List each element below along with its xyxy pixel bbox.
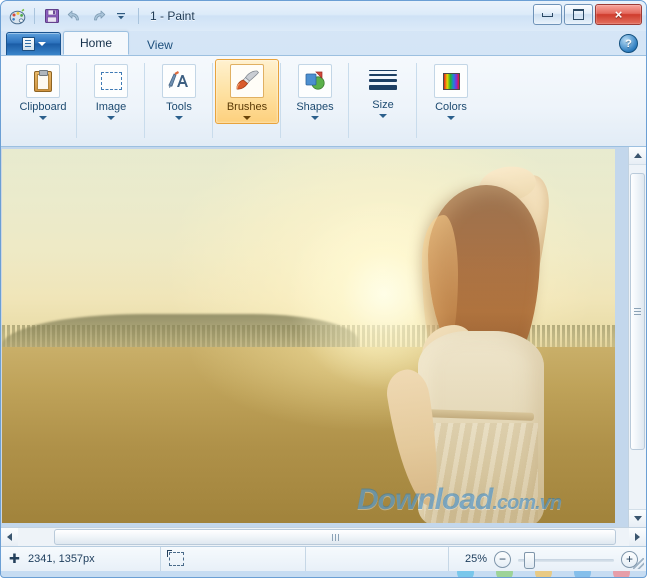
vertical-scrollbar[interactable] <box>628 147 646 527</box>
zoom-out-button[interactable]: − <box>494 551 511 568</box>
scroll-left-button[interactable] <box>1 528 18 546</box>
status-selection-size <box>161 547 306 571</box>
shapes-chevron-down-icon[interactable] <box>311 116 319 120</box>
brushes-button[interactable]: Brushes <box>215 59 279 124</box>
image-label: Image <box>96 101 127 113</box>
zoom-level-label: 25% <box>459 553 487 565</box>
warm-haze-overlay <box>2 149 615 523</box>
horizontal-scrollbar[interactable] <box>1 527 646 546</box>
ribbon-group-clipboard: Clipboard <box>9 59 77 146</box>
scroll-right-arrow-icon <box>635 533 640 541</box>
redo-icon[interactable] <box>88 6 108 26</box>
colors-label: Colors <box>435 101 467 113</box>
minimize-button[interactable] <box>533 4 562 25</box>
brushes-chevron-down-icon[interactable] <box>243 116 251 120</box>
scroll-down-button[interactable] <box>629 509 646 527</box>
canvas-viewport[interactable] <box>1 147 628 527</box>
scroll-right-button[interactable] <box>629 528 646 546</box>
title-separator <box>138 8 139 24</box>
line-size-icon <box>366 64 400 96</box>
minimize-icon <box>542 13 553 17</box>
pencil-text-icon <box>162 64 196 98</box>
status-spacer <box>306 547 449 571</box>
cursor-position-label: 2341, 1357px <box>28 553 95 565</box>
size-button[interactable]: Size <box>351 59 415 122</box>
shapes-label: Shapes <box>296 101 333 113</box>
resize-grip[interactable] <box>633 558 644 569</box>
window-title: 1 - Paint <box>150 9 195 23</box>
shapes-button[interactable]: Shapes <box>283 59 347 124</box>
zoom-out-icon: − <box>499 553 506 565</box>
size-chevron-down-icon[interactable] <box>379 114 387 118</box>
color-palette-icon <box>434 64 468 98</box>
ribbon-group-shapes: Shapes <box>281 59 349 146</box>
tools-button[interactable]: Tools <box>147 59 211 124</box>
quick-access-separator <box>34 8 35 24</box>
document-icon <box>22 37 35 51</box>
zoom-slider-thumb[interactable] <box>524 552 535 569</box>
paint-menu-button[interactable] <box>6 32 61 55</box>
window-controls: × <box>533 4 642 25</box>
scroll-up-button[interactable] <box>629 147 646 165</box>
status-bar: ✚ 2341, 1357px 25% − + <box>1 546 646 571</box>
undo-icon[interactable] <box>65 6 85 26</box>
shapes-icon <box>298 64 332 98</box>
quick-access-toolbar <box>7 6 143 26</box>
tools-chevron-down-icon[interactable] <box>175 116 183 120</box>
image-button[interactable]: Image <box>79 59 143 124</box>
paint-app-icon[interactable] <box>7 6 27 26</box>
clipboard-label: Clipboard <box>19 101 66 113</box>
vertical-scroll-thumb[interactable] <box>630 173 645 450</box>
maximize-icon <box>573 9 584 20</box>
colors-button[interactable]: Colors <box>419 59 483 124</box>
ribbon-group-colors: Colors <box>417 59 485 146</box>
tab-home-label: Home <box>80 36 112 50</box>
ribbon: Clipboard Image <box>1 55 646 147</box>
title-bar: 1 - Paint × <box>1 1 646 31</box>
scroll-down-arrow-icon <box>634 516 642 521</box>
colors-chevron-down-icon[interactable] <box>447 116 455 120</box>
scroll-left-arrow-icon <box>7 533 12 541</box>
ribbon-group-tools: Tools <box>145 59 213 146</box>
clipboard-icon <box>26 64 60 98</box>
ribbon-group-image: Image <box>77 59 145 146</box>
help-button[interactable]: ? <box>619 34 638 53</box>
maximize-button[interactable] <box>564 4 593 25</box>
vertical-scroll-track[interactable] <box>629 165 646 509</box>
paint-window: 1 - Paint × Home View ? Clipboard <box>0 0 647 578</box>
selection-icon <box>94 64 128 98</box>
customize-quick-access-icon[interactable] <box>111 6 131 26</box>
tools-label: Tools <box>166 101 192 113</box>
scroll-up-arrow-icon <box>634 153 642 158</box>
horizontal-scroll-track[interactable] <box>18 528 629 546</box>
help-icon: ? <box>625 38 632 50</box>
save-icon[interactable] <box>42 6 62 26</box>
ribbon-group-brushes: Brushes <box>213 59 281 146</box>
canvas-image[interactable] <box>1 149 615 523</box>
zoom-in-icon: + <box>626 553 633 565</box>
crosshair-icon: ✚ <box>9 553 21 565</box>
chevron-down-icon <box>38 42 46 46</box>
clipboard-button[interactable]: Clipboard <box>11 59 75 124</box>
clipboard-chevron-down-icon[interactable] <box>39 116 47 120</box>
ribbon-group-size: Size <box>349 59 417 146</box>
scroll-grip-icon <box>634 308 641 315</box>
status-cursor-position: ✚ 2341, 1357px <box>1 547 161 571</box>
selection-size-icon <box>169 552 184 566</box>
zoom-controls: 25% − + <box>449 551 646 568</box>
brushes-label: Brushes <box>227 101 267 113</box>
canvas-area <box>1 147 646 527</box>
close-button[interactable]: × <box>595 4 642 25</box>
close-icon: × <box>615 8 623 21</box>
image-chevron-down-icon[interactable] <box>107 116 115 120</box>
tab-home[interactable]: Home <box>63 31 129 55</box>
tab-view[interactable]: View <box>131 34 189 55</box>
ribbon-tab-strip: Home View ? <box>1 31 646 55</box>
paintbrush-icon <box>230 64 264 98</box>
tab-view-label: View <box>147 38 173 52</box>
horizontal-scroll-thumb[interactable] <box>54 529 616 545</box>
size-label: Size <box>372 99 393 111</box>
zoom-slider[interactable] <box>518 552 614 567</box>
scroll-grip-icon <box>332 534 339 541</box>
